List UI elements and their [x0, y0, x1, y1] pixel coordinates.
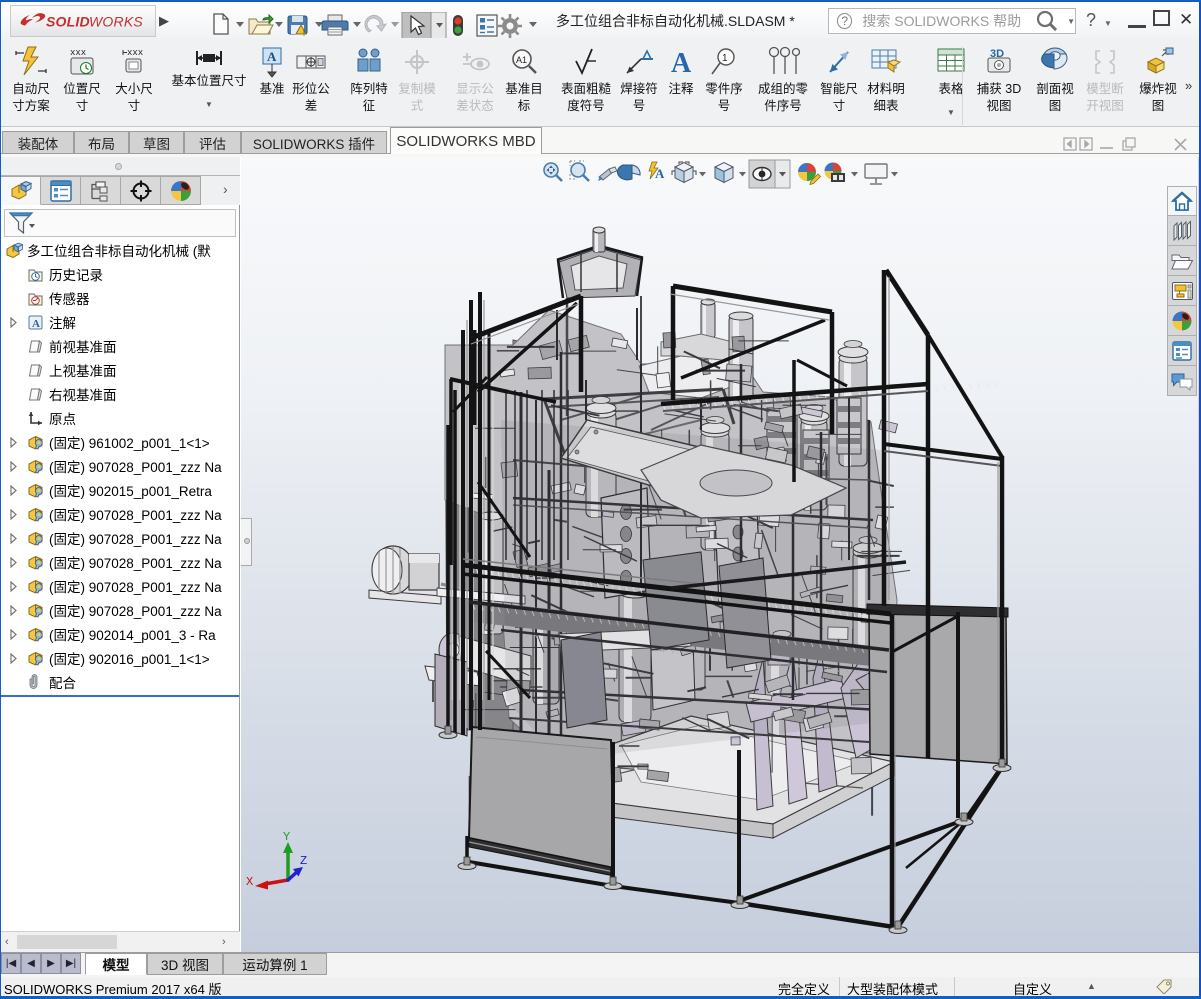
svg-text:WORKS: WORKS: [89, 14, 143, 30]
svg-text:1: 1: [722, 53, 728, 64]
svg-text:SOLID: SOLID: [46, 14, 90, 30]
svg-text:xxx: xxx: [70, 48, 86, 58]
svg-text:A1: A1: [516, 55, 527, 65]
svg-text:A: A: [655, 166, 665, 181]
svg-text:xxx: xxx: [127, 48, 143, 58]
svg-text:Y: Y: [283, 830, 290, 844]
svg-text:X: X: [246, 875, 253, 889]
svg-text:A: A: [671, 48, 692, 78]
svg-text:!: !: [303, 29, 305, 38]
svg-text:Z: Z: [300, 854, 307, 868]
svg-text:A: A: [32, 318, 40, 330]
svg-text:A: A: [267, 49, 277, 64]
